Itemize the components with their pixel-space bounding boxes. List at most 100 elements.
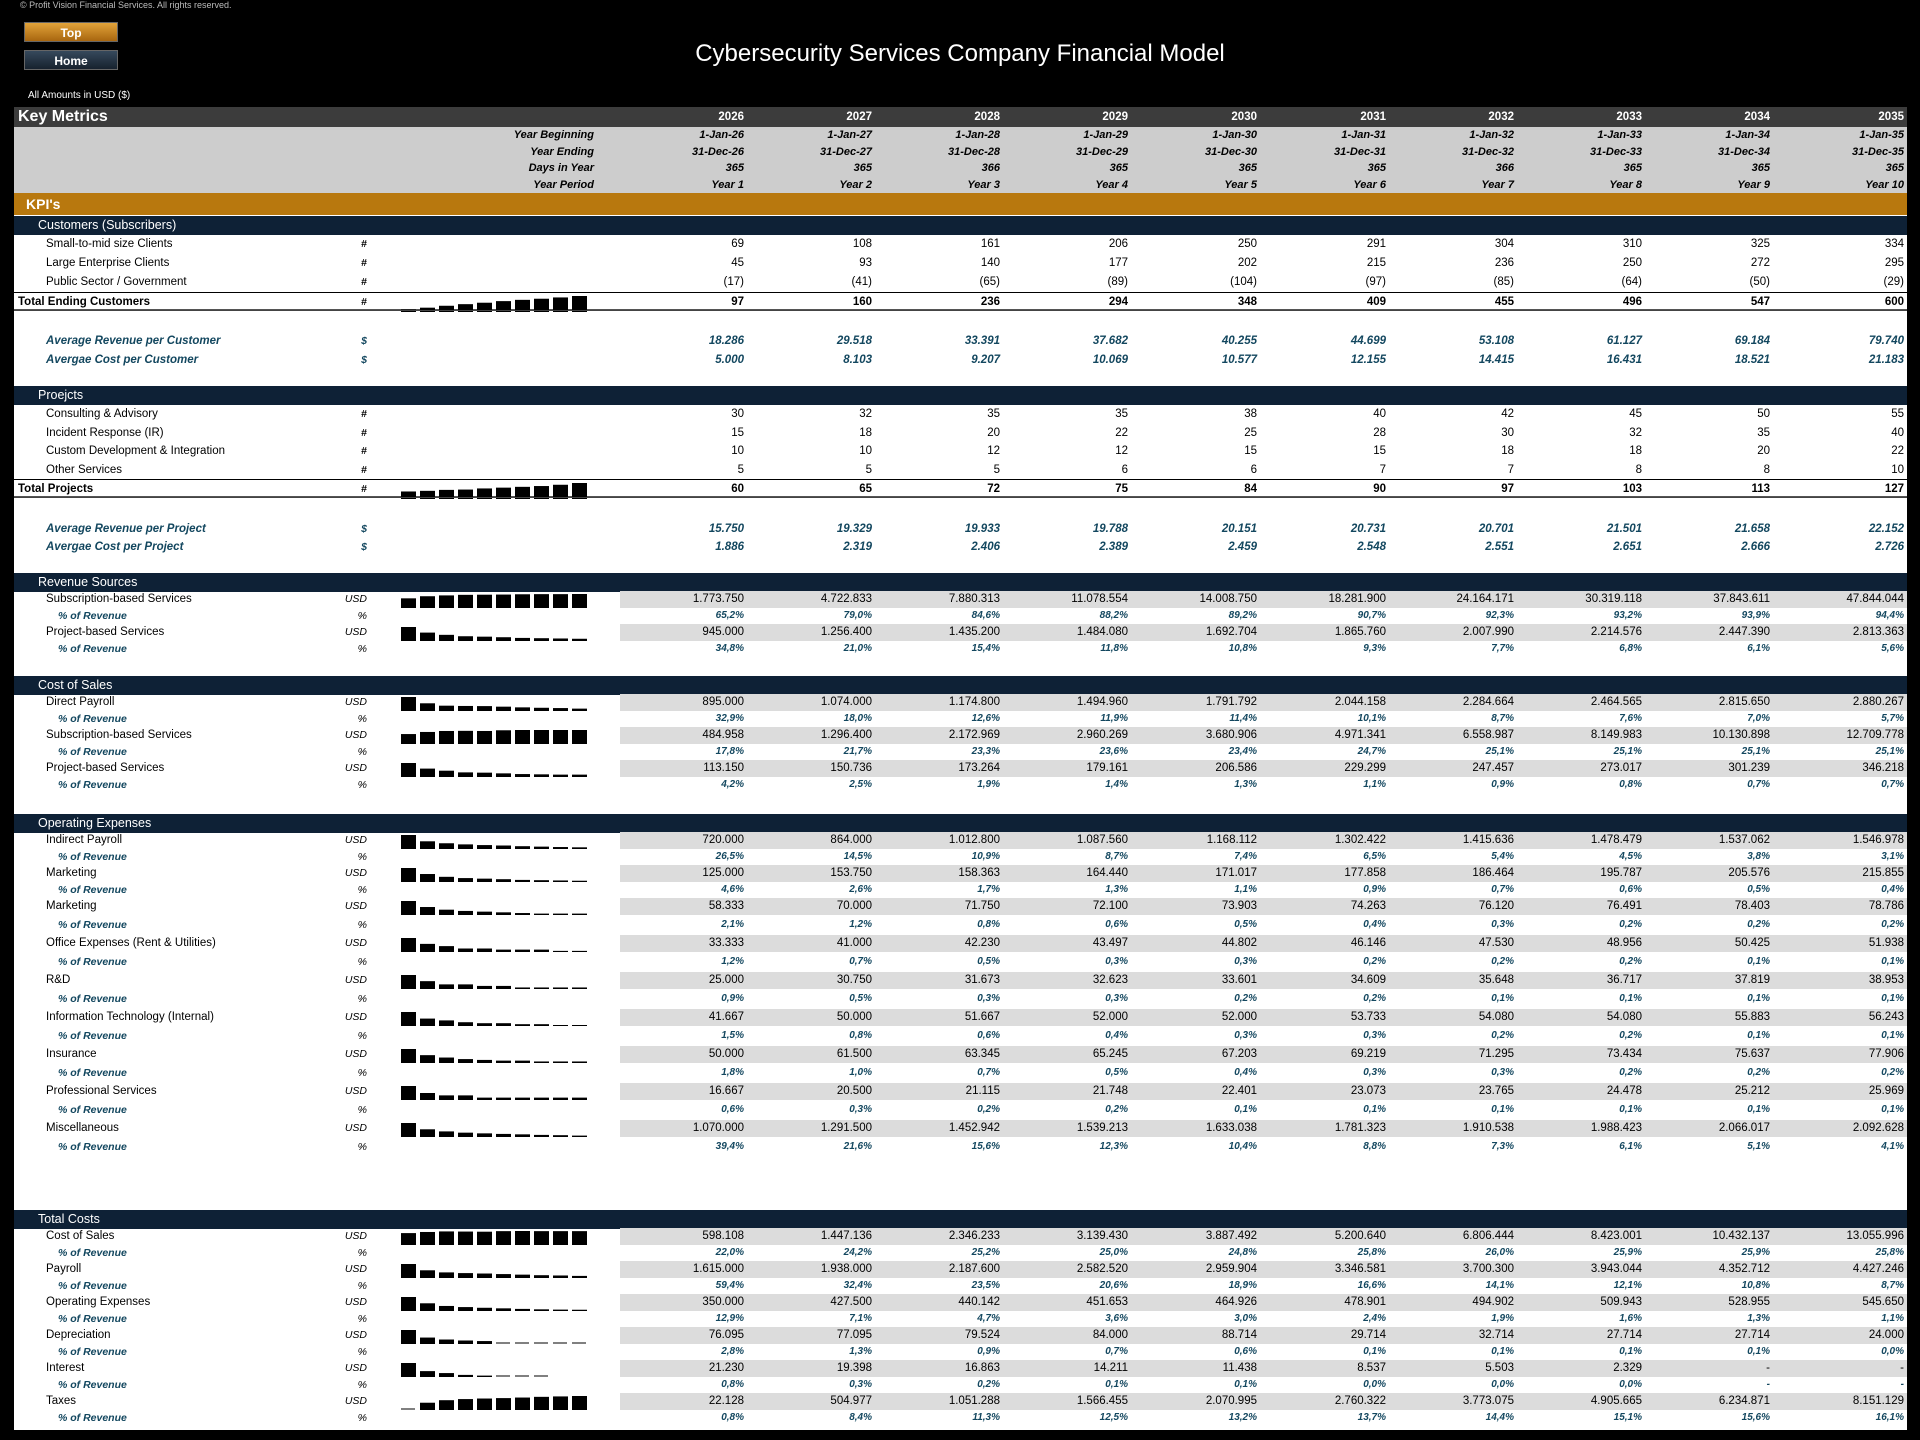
- percent-cell[interactable]: 12,6%: [876, 711, 1000, 727]
- percent-cell[interactable]: 0,1%: [1390, 1100, 1514, 1120]
- percent-cell[interactable]: 1,2%: [620, 952, 744, 972]
- value-cell[interactable]: 6.234.871: [1646, 1393, 1770, 1410]
- value-cell[interactable]: 272: [1646, 254, 1770, 273]
- value-cell[interactable]: 202: [1133, 254, 1257, 273]
- percent-cell[interactable]: 0,1%: [1780, 1100, 1904, 1120]
- value-cell[interactable]: 186.464: [1390, 865, 1514, 882]
- value-cell[interactable]: 12: [1004, 442, 1128, 461]
- value-cell[interactable]: 65.245: [1004, 1046, 1128, 1063]
- value-cell[interactable]: (85): [1390, 273, 1514, 292]
- value-cell[interactable]: 1.074.000: [748, 694, 872, 711]
- percent-cell[interactable]: 0,0%: [1518, 1377, 1642, 1393]
- value-cell[interactable]: 36.717: [1518, 972, 1642, 989]
- value-cell[interactable]: 15: [1133, 442, 1257, 461]
- percent-cell[interactable]: 25,9%: [1646, 1245, 1770, 1261]
- value-cell[interactable]: 58.333: [620, 898, 744, 915]
- value-cell[interactable]: (41): [748, 273, 872, 292]
- percent-cell[interactable]: 0,3%: [1262, 1063, 1386, 1083]
- percent-cell[interactable]: 90,7%: [1262, 608, 1386, 624]
- value-cell[interactable]: 140: [876, 254, 1000, 273]
- value-cell[interactable]: 79.740: [1780, 332, 1904, 351]
- percent-cell[interactable]: 0,9%: [1262, 882, 1386, 898]
- value-cell[interactable]: 55.883: [1646, 1009, 1770, 1026]
- percent-cell[interactable]: 0,2%: [1262, 952, 1386, 972]
- percent-cell[interactable]: 0,2%: [1518, 952, 1642, 972]
- value-cell[interactable]: 171.017: [1133, 865, 1257, 882]
- percent-cell[interactable]: 7,6%: [1518, 711, 1642, 727]
- value-cell[interactable]: 16.431: [1518, 351, 1642, 370]
- value-cell[interactable]: 304: [1390, 235, 1514, 254]
- value-cell[interactable]: 29.714: [1262, 1327, 1386, 1344]
- value-cell[interactable]: 12.155: [1262, 351, 1386, 370]
- percent-cell[interactable]: 3,0%: [1133, 1311, 1257, 1327]
- value-cell[interactable]: 2.447.390: [1646, 624, 1770, 641]
- value-cell[interactable]: 76.095: [620, 1327, 744, 1344]
- value-cell[interactable]: 12.709.778: [1780, 727, 1904, 744]
- value-cell[interactable]: 206: [1004, 235, 1128, 254]
- value-cell[interactable]: 10.432.137: [1646, 1228, 1770, 1245]
- value-cell[interactable]: 350.000: [620, 1294, 744, 1311]
- percent-cell[interactable]: 25,1%: [1646, 744, 1770, 760]
- value-cell[interactable]: -: [1646, 1360, 1770, 1377]
- value-cell[interactable]: 1.256.400: [748, 624, 872, 641]
- percent-cell[interactable]: 25,1%: [1780, 744, 1904, 760]
- percent-cell[interactable]: 4,6%: [620, 882, 744, 898]
- value-cell[interactable]: 4.971.341: [1262, 727, 1386, 744]
- percent-cell[interactable]: 15,6%: [1646, 1410, 1770, 1426]
- percent-cell[interactable]: 0,6%: [1004, 915, 1128, 935]
- value-cell[interactable]: 32: [1518, 424, 1642, 443]
- value-cell[interactable]: 42.230: [876, 935, 1000, 952]
- value-cell[interactable]: 84.000: [1004, 1327, 1128, 1344]
- value-cell[interactable]: 273.017: [1518, 760, 1642, 777]
- value-cell[interactable]: 3.773.075: [1390, 1393, 1514, 1410]
- value-cell[interactable]: 2.464.565: [1518, 694, 1642, 711]
- value-cell[interactable]: 177.858: [1262, 865, 1386, 882]
- value-cell[interactable]: 1.633.038: [1133, 1120, 1257, 1137]
- value-cell[interactable]: 2.319: [748, 538, 872, 557]
- percent-cell[interactable]: 5,4%: [1390, 849, 1514, 865]
- value-cell[interactable]: 1.070.000: [620, 1120, 744, 1137]
- value-cell[interactable]: 2.880.267: [1780, 694, 1904, 711]
- value-cell[interactable]: 945.000: [620, 624, 744, 641]
- percent-cell[interactable]: 25,0%: [1004, 1245, 1128, 1261]
- percent-cell[interactable]: 1,6%: [1518, 1311, 1642, 1327]
- percent-cell[interactable]: 0,0%: [1262, 1377, 1386, 1393]
- value-cell[interactable]: 31.673: [876, 972, 1000, 989]
- value-cell[interactable]: 25: [1133, 424, 1257, 443]
- value-cell[interactable]: 21.183: [1780, 351, 1904, 370]
- value-cell[interactable]: 440.142: [876, 1294, 1000, 1311]
- value-cell[interactable]: 108: [748, 235, 872, 254]
- value-cell[interactable]: 25.212: [1646, 1083, 1770, 1100]
- value-cell[interactable]: 8.423.001: [1518, 1228, 1642, 1245]
- value-cell[interactable]: 215.855: [1780, 865, 1904, 882]
- value-cell[interactable]: 15: [1262, 442, 1386, 461]
- percent-cell[interactable]: 0,4%: [1133, 1063, 1257, 1083]
- percent-cell[interactable]: 0,8%: [620, 1410, 744, 1426]
- value-cell[interactable]: 2.582.520: [1004, 1261, 1128, 1278]
- percent-cell[interactable]: 0,1%: [1646, 1026, 1770, 1046]
- percent-cell[interactable]: 10,8%: [1646, 1278, 1770, 1294]
- value-cell[interactable]: 35: [1646, 424, 1770, 443]
- percent-cell[interactable]: 7,4%: [1133, 849, 1257, 865]
- value-cell[interactable]: 2.070.995: [1133, 1393, 1257, 1410]
- value-cell[interactable]: 1.781.323: [1262, 1120, 1386, 1137]
- value-cell[interactable]: 206.586: [1133, 760, 1257, 777]
- value-cell[interactable]: 63.345: [876, 1046, 1000, 1063]
- value-cell[interactable]: 2.346.233: [876, 1228, 1000, 1245]
- percent-cell[interactable]: 25,8%: [1262, 1245, 1386, 1261]
- value-cell[interactable]: 236: [1390, 254, 1514, 273]
- value-cell[interactable]: 10.069: [1004, 351, 1128, 370]
- value-cell[interactable]: 35: [876, 405, 1000, 424]
- percent-cell[interactable]: 0,3%: [1390, 1063, 1514, 1083]
- value-cell[interactable]: 50.425: [1646, 935, 1770, 952]
- percent-cell[interactable]: 0,1%: [1646, 952, 1770, 972]
- value-cell[interactable]: 1.291.500: [748, 1120, 872, 1137]
- value-cell[interactable]: 1.051.288: [876, 1393, 1000, 1410]
- value-cell[interactable]: 38.953: [1780, 972, 1904, 989]
- value-cell[interactable]: 73.434: [1518, 1046, 1642, 1063]
- percent-cell[interactable]: 17,8%: [620, 744, 744, 760]
- value-cell[interactable]: 2.726: [1780, 538, 1904, 557]
- value-cell[interactable]: 74.263: [1262, 898, 1386, 915]
- value-cell[interactable]: 54.080: [1518, 1009, 1642, 1026]
- value-cell[interactable]: 1.773.750: [620, 591, 744, 608]
